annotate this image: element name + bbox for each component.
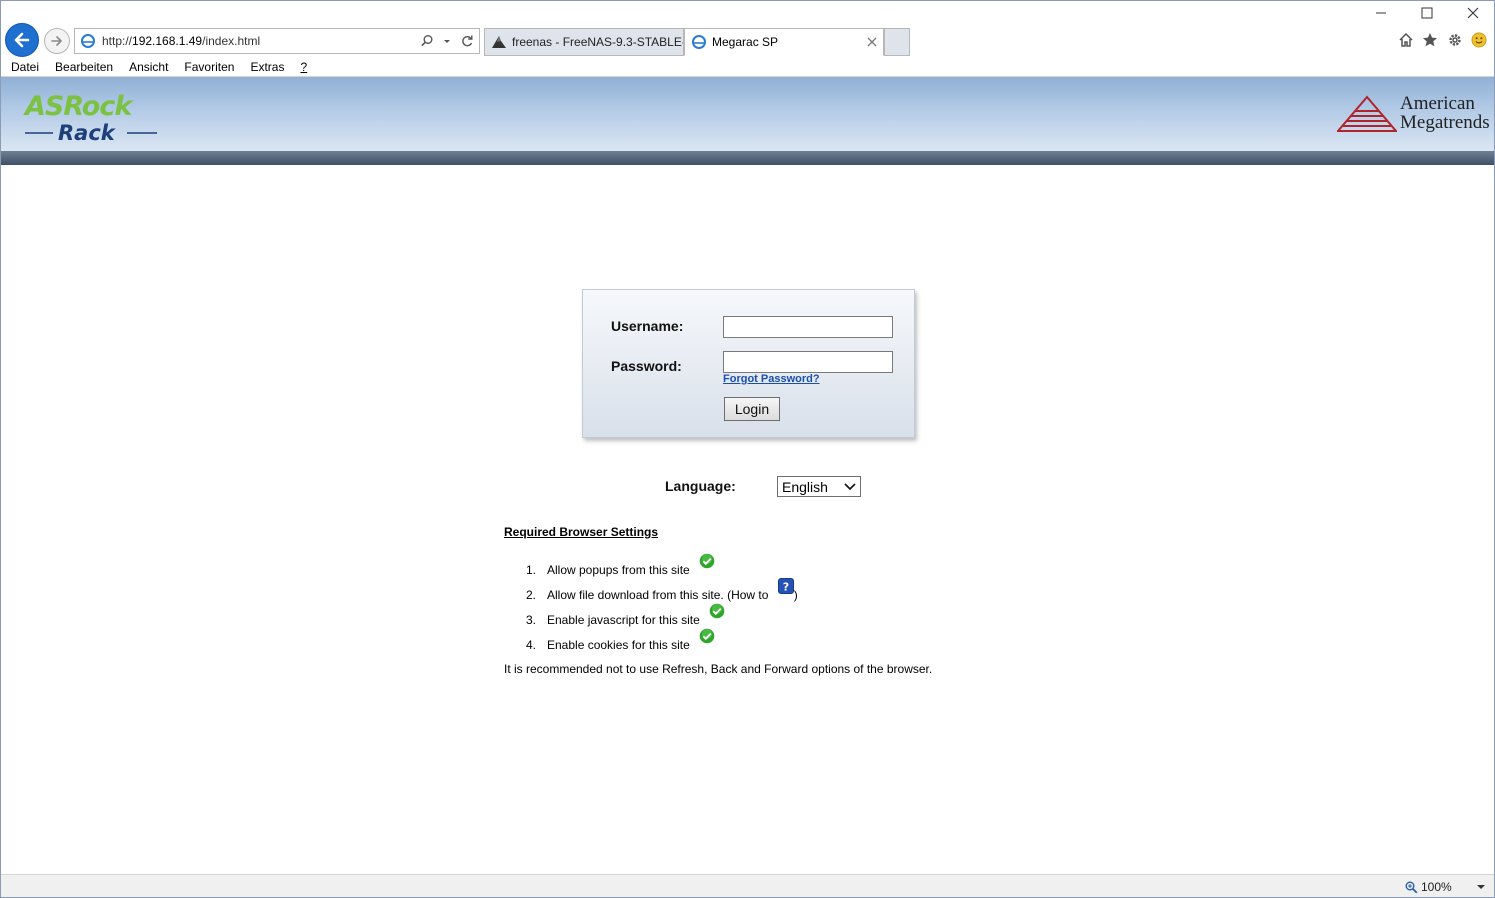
- browser-toolbar: http://192.168.1.49/index.html freenas -…: [1, 1, 1494, 57]
- tab-label: Megarac SP: [712, 35, 779, 49]
- favorites-button[interactable]: [1420, 30, 1440, 50]
- back-button[interactable]: [5, 23, 39, 57]
- status-bar: 100%: [1, 874, 1494, 897]
- list-item: 3. Enable javascript for this site: [526, 603, 725, 627]
- username-label: Username:: [611, 318, 684, 334]
- language-label: Language:: [665, 478, 736, 494]
- username-input[interactable]: [723, 316, 893, 338]
- page-header-banner: [1, 77, 1494, 151]
- asrock-rack-logo: ASRock Rack: [23, 91, 157, 145]
- feedback-button[interactable]: [1469, 30, 1489, 50]
- list-item: 1. Allow popups from this site: [526, 553, 715, 577]
- requirement-text: Allow popups from this site: [547, 563, 690, 577]
- american-megatrends-logo: American Megatrends: [1337, 93, 1490, 137]
- login-button[interactable]: Login: [724, 397, 780, 421]
- gear-icon: [1449, 34, 1461, 46]
- check-icon: [709, 603, 725, 619]
- settings-button[interactable]: [1445, 30, 1465, 50]
- list-item: 2. Allow file download from this site. (H…: [526, 578, 798, 602]
- home-button[interactable]: [1396, 30, 1416, 50]
- svg-text:Rack: Rack: [58, 121, 117, 145]
- requirement-text: Enable cookies for this site: [547, 638, 690, 652]
- star-icon: [1422, 33, 1438, 47]
- ie-page-icon: [81, 34, 95, 48]
- check-icon: [699, 553, 715, 569]
- required-settings-title: Required Browser Settings: [504, 525, 659, 539]
- menu-favoriten[interactable]: Favoriten: [184, 60, 234, 74]
- close-tab-icon[interactable]: [865, 35, 879, 49]
- close-window-button[interactable]: [1450, 3, 1494, 23]
- refresh-icon[interactable]: [459, 33, 475, 49]
- menu-bearbeiten[interactable]: Bearbeiten: [55, 60, 113, 74]
- dropdown-icon[interactable]: [439, 33, 455, 49]
- browser-window: http://192.168.1.49/index.html freenas -…: [0, 0, 1495, 898]
- menu-help[interactable]: ?: [300, 60, 307, 74]
- language-select[interactable]: English: [777, 476, 861, 497]
- list-item: 4. Enable cookies for this site: [526, 628, 715, 652]
- new-tab-button[interactable]: [884, 28, 910, 56]
- search-icon[interactable]: [419, 33, 435, 49]
- header-divider: [1, 151, 1494, 165]
- menu-extras[interactable]: Extras: [250, 60, 284, 74]
- svg-text:?: ?: [783, 580, 789, 593]
- requirement-text: Enable javascript for this site: [547, 613, 700, 627]
- home-icon: [1399, 32, 1413, 47]
- language-selected-value: English: [782, 478, 828, 495]
- minimize-icon: [1376, 12, 1386, 14]
- freenas-icon: [492, 36, 506, 48]
- requirement-suffix: ): [793, 588, 798, 602]
- maximize-button[interactable]: [1404, 3, 1450, 23]
- forgot-password-link[interactable]: Forgot Password?: [723, 373, 820, 385]
- browser-note: It is recommended not to use Refresh, Ba…: [504, 662, 933, 676]
- forward-button[interactable]: [44, 28, 70, 54]
- chevron-down-icon: [844, 482, 856, 490]
- address-bar[interactable]: http://192.168.1.49/index.html: [74, 28, 480, 54]
- smiley-icon: [1471, 32, 1487, 48]
- help-icon[interactable]: ?: [777, 578, 794, 594]
- menu-bar: Datei Bearbeiten Ansicht Favoriten Extra…: [1, 57, 1494, 77]
- svg-text:ASRock: ASRock: [23, 91, 134, 122]
- tab-freenas[interactable]: freenas - FreeNAS-9.3-STABLE-...: [484, 28, 684, 56]
- requirement-text: Allow file download from this site. (How…: [547, 588, 769, 602]
- chevron-down-icon[interactable]: [1476, 883, 1486, 891]
- arrow-right-icon: [51, 36, 62, 46]
- menu-ansicht[interactable]: Ansicht: [129, 60, 168, 74]
- password-label: Password:: [611, 358, 682, 374]
- menu-datei[interactable]: Datei: [11, 60, 39, 74]
- close-icon: [1467, 7, 1479, 19]
- arrow-left-icon: [14, 32, 30, 48]
- password-input[interactable]: [723, 351, 893, 373]
- check-icon: [699, 628, 715, 644]
- zoom-control[interactable]: 100%: [1405, 880, 1486, 894]
- maximize-icon: [1421, 7, 1433, 19]
- zoom-icon: [1405, 881, 1418, 893]
- ami-logo-line2: Megatrends: [1400, 112, 1490, 133]
- minimize-button[interactable]: [1358, 3, 1404, 23]
- ie-page-icon: [692, 35, 706, 49]
- zoom-level: 100%: [1421, 880, 1452, 894]
- tab-label: freenas - FreeNAS-9.3-STABLE-...: [512, 35, 683, 49]
- url-text[interactable]: http://192.168.1.49/index.html: [102, 34, 419, 48]
- tab-megarac[interactable]: Megarac SP: [684, 28, 884, 56]
